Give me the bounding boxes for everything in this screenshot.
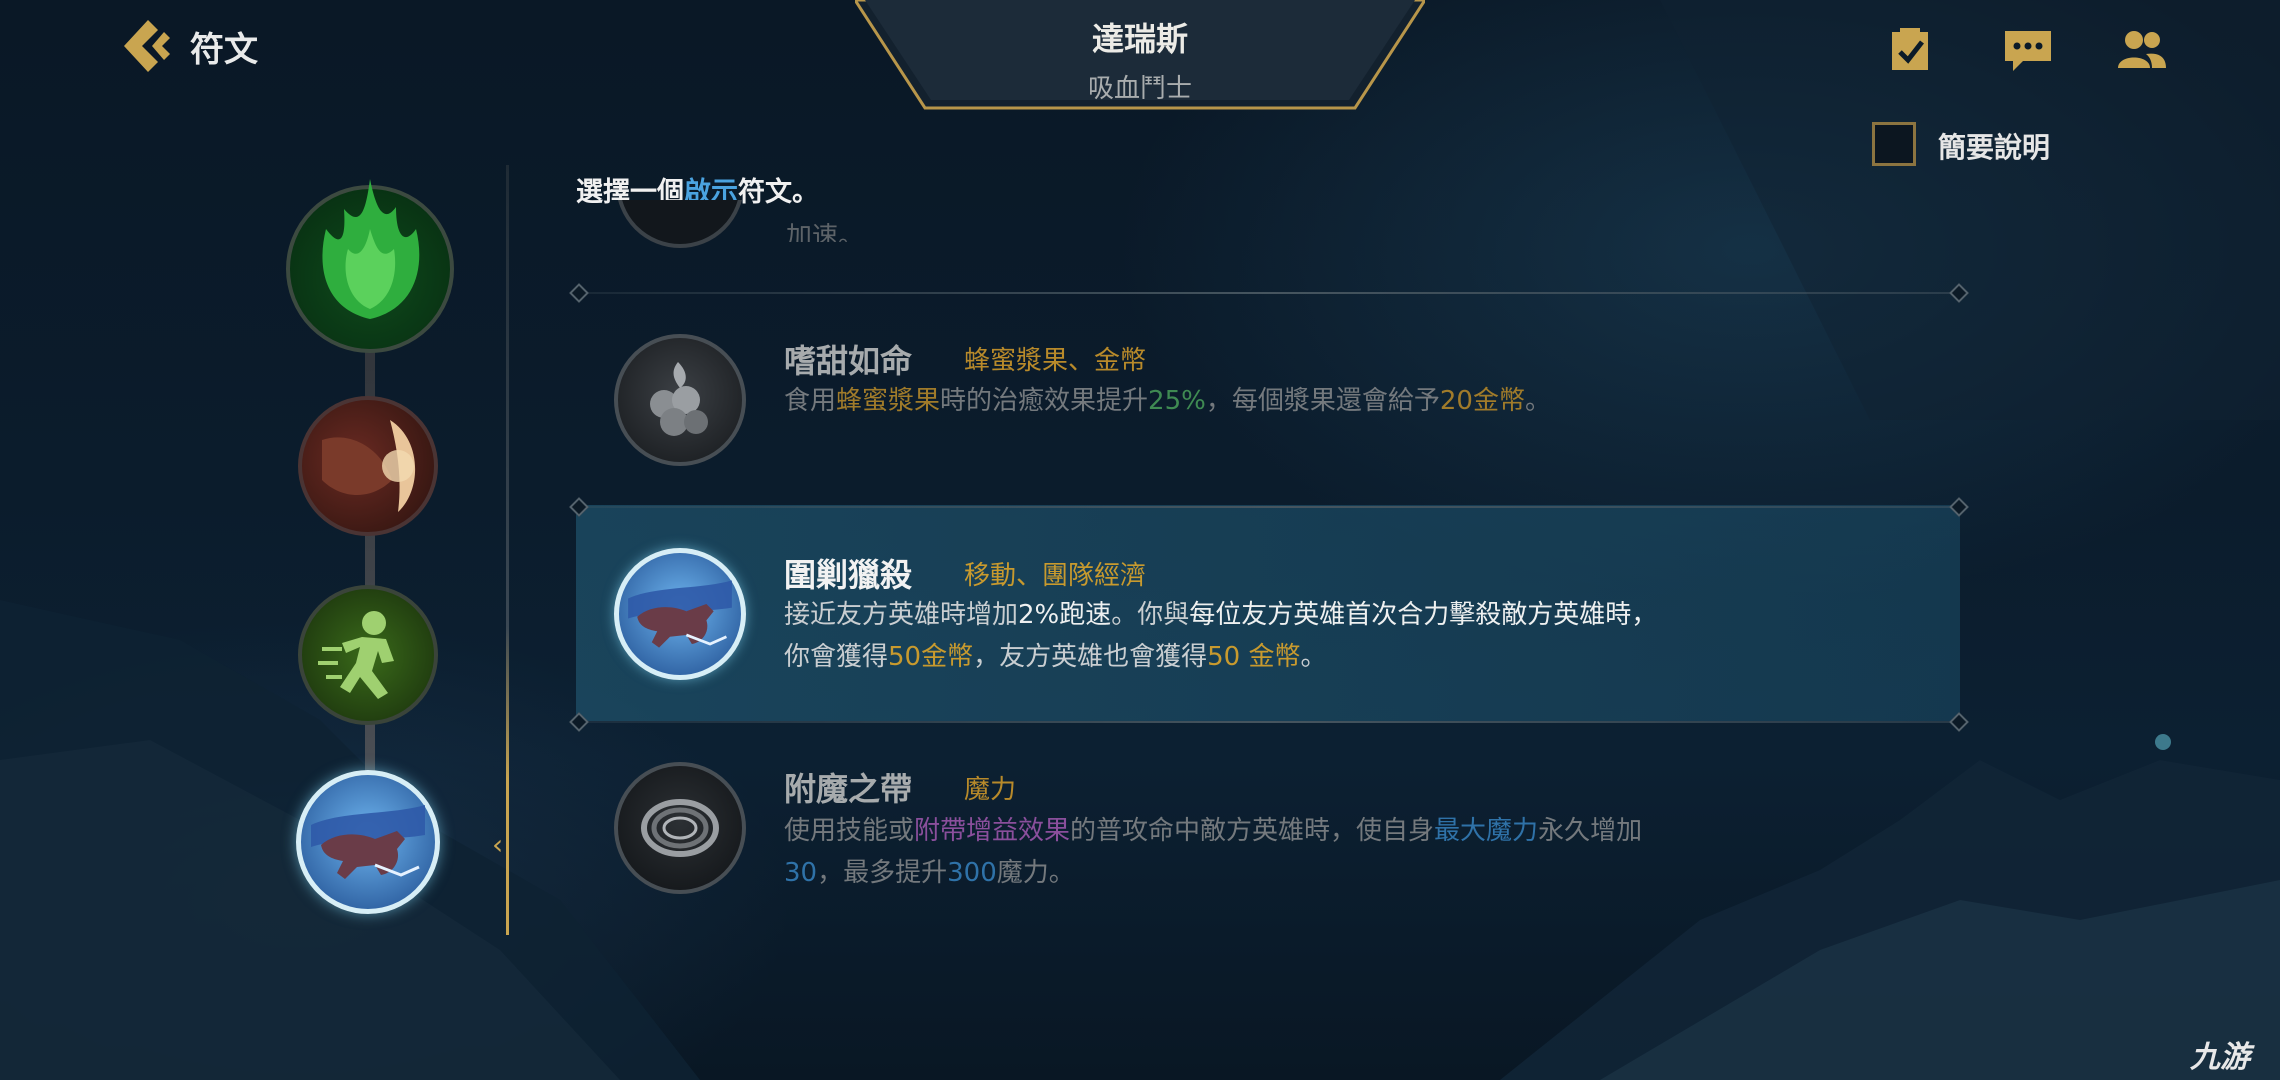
desc-keyword: 最大魔力 (1434, 816, 1539, 846)
desc-text: ，友方英雄也會獲得 (973, 642, 1208, 672)
missions-button[interactable] (1882, 22, 1938, 78)
desc-keyword: 蜂蜜漿果 (836, 386, 941, 416)
back-chevron-icon (124, 20, 170, 72)
desc-text: 使用技能或 (784, 816, 915, 846)
chat-icon (2005, 31, 2051, 71)
prompt-suffix: 符文。 (738, 177, 819, 208)
desc-value: 50金幣 (888, 642, 974, 672)
chat-button[interactable] (2000, 22, 2056, 78)
wolf-pack-icon (628, 580, 732, 648)
desc-value: 30 (784, 858, 818, 888)
desc-text: 永久增加 (1538, 816, 1643, 846)
desc-value: 300 (947, 858, 997, 888)
rune-name: 附魔之帶 (784, 770, 913, 808)
running-figure-icon (318, 611, 394, 699)
friends-icon (2118, 31, 2166, 68)
rune-tags: 移動、團隊經濟 (964, 561, 1147, 591)
desc-text: 魔力。 (996, 858, 1075, 888)
back-button[interactable]: 符文 (120, 14, 258, 78)
rune-description-line2: 30，最多提升300魔力。 (784, 852, 1075, 894)
desc-text: 。你與 (1111, 600, 1190, 630)
champion-subtitle: 吸血鬥士 (1087, 74, 1192, 104)
honey-berry-icon (650, 362, 708, 436)
inspiration-leaf-icon (322, 179, 420, 319)
rune-icon-band (614, 762, 746, 894)
tree-divider (506, 165, 509, 935)
desc-keyword: 附帶增益效果 (914, 816, 1071, 846)
rune-icon-hunt (614, 548, 746, 680)
desc-text: ，每個漿果還會給予 (1205, 386, 1440, 416)
rune-description-line2: 你會獲得50金幣，友方英雄也會獲得50 金幣。 (784, 636, 1327, 678)
champion-name: 達瑞斯 (1091, 20, 1188, 58)
tree-node-row3-selected[interactable] (296, 770, 440, 914)
previous-rune-desc-clipped: 加速。 (786, 222, 865, 242)
desc-value: 50 金幣 (1207, 642, 1301, 672)
desc-value: 2%跑速 (1018, 600, 1112, 630)
row-separator (578, 292, 1958, 294)
desc-text: 的普攻命中敵方英雄時，使自身 (1070, 816, 1435, 846)
row-separator (578, 506, 1958, 508)
rune-description-line1: 接近友方英雄時增加2%跑速。你與每位友方英雄首次合力擊殺敵方英雄時， (784, 594, 1657, 636)
desc-value: 25% (1148, 386, 1206, 416)
tree-node-row1[interactable] (298, 396, 438, 536)
row-separator (578, 721, 1958, 723)
wolf-pack-icon (311, 805, 425, 879)
desc-text: 接近友方英雄時增加 (784, 600, 1019, 630)
rune-description: 食用蜂蜜漿果時的治癒效果提升25%，每個漿果還會給予20金幣。 (784, 380, 1551, 422)
rune-tags: 蜂蜜漿果、金幣 (964, 346, 1147, 376)
desc-text: 你會獲得 (784, 642, 889, 672)
checklist-icon (1892, 28, 1928, 70)
tree-node-row2[interactable] (298, 585, 438, 725)
rune-icon-sweet-tooth (614, 334, 746, 466)
desc-text: ，最多提升 (817, 858, 948, 888)
desc-keyword: 每位友方英雄首次合力擊殺敵方英雄時， (1189, 600, 1658, 630)
rune-description-line1: 使用技能或附帶增益效果的普攻命中敵方英雄時，使自身最大魔力永久增加 (784, 810, 1642, 852)
watermark: 九游 (2190, 1040, 2250, 1075)
rune-tags: 魔力 (964, 775, 1017, 805)
desc-text: 食用 (784, 386, 837, 416)
previous-rune-icon-clipped (616, 200, 744, 248)
friends-button[interactable] (2114, 22, 2170, 78)
summary-checkbox-label: 簡要說明 (1938, 131, 2051, 164)
tree-keystone-node[interactable] (286, 179, 454, 353)
page-title: 符文 (190, 29, 258, 70)
rune-name: 圍剿獵殺 (784, 556, 913, 594)
selected-row-caret-icon: ‹ (492, 828, 504, 861)
rune-name: 嗜甜如命 (784, 342, 913, 380)
summary-checkbox[interactable] (1872, 122, 1916, 166)
desc-text: 。 (1300, 642, 1327, 672)
desc-text: 時的治癒效果提升 (940, 386, 1149, 416)
rune-shard-icon (322, 420, 416, 512)
magic-band-icon (641, 799, 719, 857)
desc-text: 。 (1524, 386, 1551, 416)
desc-value: 20金幣 (1439, 386, 1525, 416)
